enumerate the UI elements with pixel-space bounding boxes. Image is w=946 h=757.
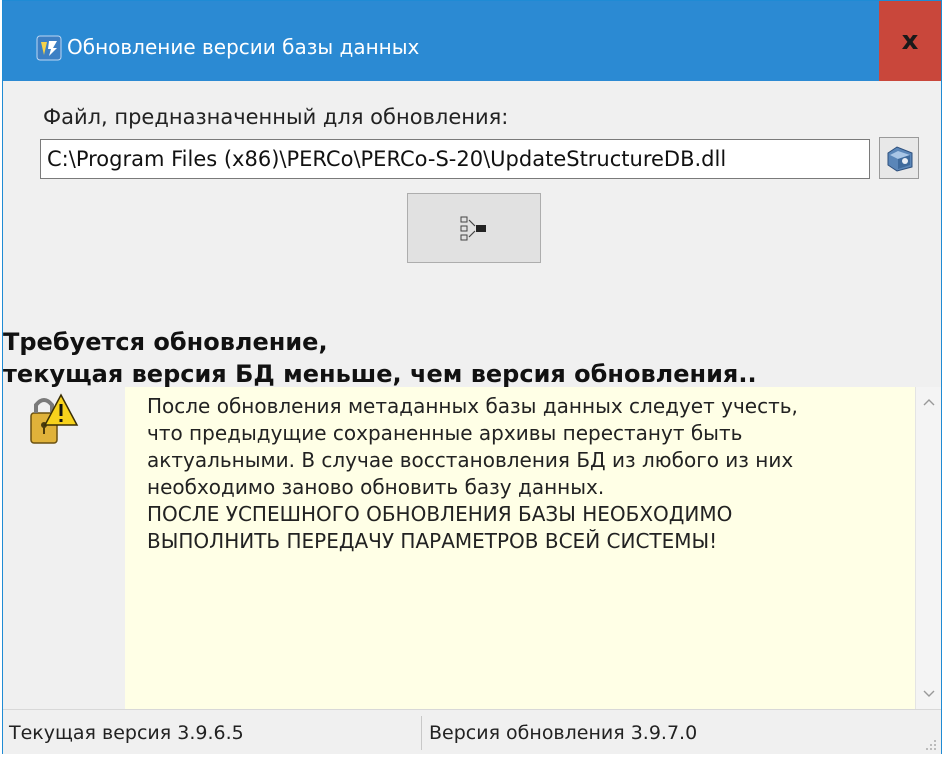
close-button[interactable]: x [879,1,941,81]
chevron-up-icon[interactable] [916,389,941,415]
message-icon-column [3,387,125,709]
window-title: Обновление версии базы данных [67,35,420,59]
database-update-icon [36,35,62,61]
status-separator [421,716,422,750]
chevron-down-icon[interactable] [916,681,941,707]
update-status-heading: Требуется обновление, текущая версия БД … [3,326,941,390]
browse-button[interactable] [879,137,919,179]
message-panel: После обновления метаданных базы данных … [125,387,915,709]
dialog-content: Файл, предназначенный для обновления: C:… [3,81,941,754]
status-heading-line-2: текущая версия БД меньше, чем версия обн… [3,360,757,388]
current-version: Текущая версия 3.9.6.5 [9,722,244,744]
warning-lock-icon [25,391,79,449]
update-version: Версия обновления 3.9.7.0 [429,722,698,744]
file-path-input[interactable] [40,139,870,179]
title-bar[interactable]: Обновление версии базы данных x [3,1,941,89]
message-area: После обновления метаданных базы данных … [3,387,941,709]
message-text: После обновления метаданных базы данных … [147,394,798,553]
status-heading-line-1: Требуется обновление, [3,328,328,356]
message-scrollbar[interactable] [915,387,941,709]
run-update-button[interactable] [407,193,541,263]
status-bar: Текущая версия 3.9.6.5 Версия обновления… [3,709,941,754]
update-db-window: Обновление версии базы данных x Файл, пр… [2,0,942,754]
file-label: Файл, предназначенный для обновления: [43,105,509,129]
resize-grip-icon[interactable] [923,736,937,750]
